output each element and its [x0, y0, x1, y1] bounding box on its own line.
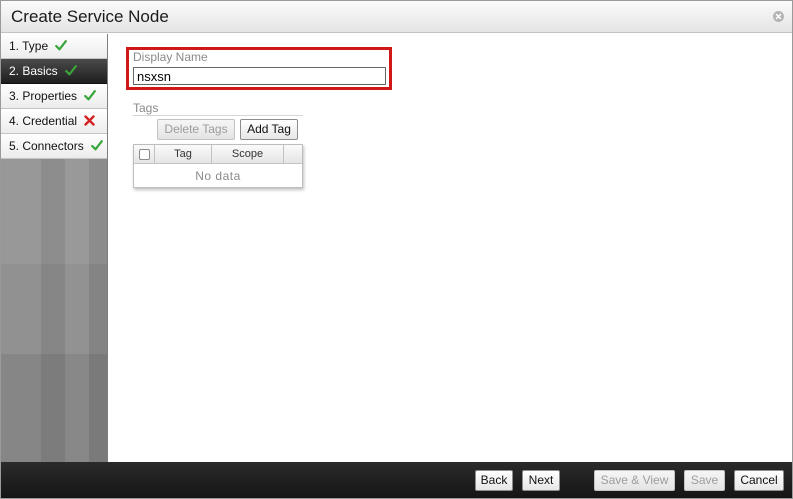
tags-divider — [133, 115, 303, 116]
grid-empty-message: No data — [195, 169, 241, 183]
step-label: 5. Connectors — [9, 139, 84, 153]
tags-grid-header: Tag Scope — [134, 145, 302, 164]
step-connectors[interactable]: 5. Connectors — [1, 134, 107, 159]
create-service-node-dialog: Create Service Node 1. Type 2. Basics 3.… — [0, 0, 793, 499]
checkmark-icon — [55, 35, 68, 59]
column-header-scope[interactable]: Scope — [212, 145, 284, 164]
step-basics[interactable]: 2. Basics — [1, 59, 107, 84]
step-label: 2. Basics — [9, 64, 58, 78]
dialog-titlebar: Create Service Node — [1, 1, 792, 33]
column-header-tag[interactable]: Tag — [155, 145, 212, 164]
dialog-footer: Back Next Save & View Save Cancel — [1, 462, 792, 498]
dialog-title: Create Service Node — [11, 7, 169, 26]
tags-label: Tags — [133, 101, 159, 115]
step-credential[interactable]: 4. Credential — [1, 109, 107, 134]
next-button[interactable]: Next — [522, 470, 560, 491]
save-button[interactable]: Save — [684, 470, 725, 491]
basics-form: Display Name Tags Delete Tags Add Tag Ta… — [109, 34, 792, 462]
delete-tags-button[interactable]: Delete Tags — [157, 119, 235, 140]
display-name-label: Display Name — [133, 50, 208, 64]
display-name-input[interactable] — [133, 67, 386, 85]
wizard-steps-sidebar: 1. Type 2. Basics 3. Properties 4. Crede… — [1, 34, 108, 462]
x-icon — [84, 110, 96, 134]
cancel-button[interactable]: Cancel — [734, 470, 784, 491]
add-tag-button[interactable]: Add Tag — [240, 119, 298, 140]
step-label: 1. Type — [9, 39, 49, 53]
select-all-cell — [134, 145, 155, 164]
checkmark-icon — [91, 135, 103, 159]
select-all-checkbox[interactable] — [139, 149, 150, 160]
checkmark-icon — [84, 85, 97, 109]
step-type[interactable]: 1. Type — [1, 34, 107, 59]
back-button[interactable]: Back — [475, 470, 513, 491]
step-label: 3. Properties — [9, 89, 78, 103]
step-properties[interactable]: 3. Properties — [1, 84, 107, 109]
close-icon[interactable] — [773, 11, 784, 22]
checkmark-icon — [65, 60, 77, 84]
tags-grid: Tag Scope No data — [133, 144, 303, 188]
step-label: 4. Credential — [9, 114, 78, 128]
save-and-view-button[interactable]: Save & View — [594, 470, 675, 491]
